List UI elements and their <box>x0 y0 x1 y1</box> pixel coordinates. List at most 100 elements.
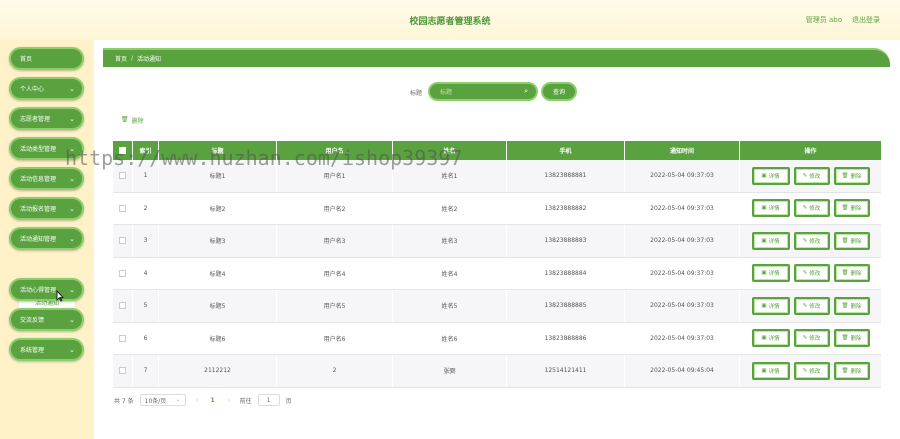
detail-button[interactable]: ▣ 详情 <box>751 329 790 348</box>
batch-delete-button[interactable]: 🗑 删除 <box>121 116 144 125</box>
sidebar-item-6[interactable]: 活动通知管理 ⌄ <box>9 227 84 250</box>
cell-index: 4 <box>133 257 159 289</box>
sidebar-item-label: 活动报名管理 <box>20 206 57 213</box>
sidebar-item-label: 交流反馈 <box>20 317 45 324</box>
breadcrumb-home[interactable]: 首页 <box>115 54 127 63</box>
trash-icon: 🗑 <box>841 367 849 374</box>
user-label[interactable]: 管理员 abo <box>806 15 842 25</box>
cell-name: 姓名4 <box>393 257 507 289</box>
delete-button-label: 删除 <box>850 206 862 213</box>
delete-button[interactable]: 🗑 删除 <box>833 296 870 315</box>
top-bar: 校园志愿者管理系统 管理员 abo 退出登录 <box>0 0 900 40</box>
table-row: 4 标题4 用户名4 姓名4 13823888884 2022-05-04 09:37:0… <box>113 257 881 290</box>
detail-button[interactable]: ▣ 详情 <box>751 166 790 185</box>
row-checkbox-cell <box>113 257 133 289</box>
sidebar-item-8[interactable]: 交流反馈 ⌄ <box>9 308 84 331</box>
cell-phone: 13823888884 <box>507 257 625 289</box>
detail-button[interactable]: ▣ 详情 <box>751 264 790 283</box>
logout-link[interactable]: 退出登录 <box>852 15 880 25</box>
detail-button-label: 详情 <box>768 336 780 343</box>
sidebar-item-0[interactable]: 首页 <box>9 47 84 70</box>
app-title: 校园志愿者管理系统 <box>409 17 491 27</box>
cell-name: 姓名3 <box>393 225 507 257</box>
sidebar-item-label: 个人中心 <box>20 86 45 93</box>
row-checkbox[interactable] <box>119 204 126 212</box>
sidebar-item-7[interactable]: 活动心得管理 ⌄ <box>9 278 84 301</box>
row-checkbox[interactable] <box>119 237 126 245</box>
detail-button[interactable]: ▣ 详情 <box>751 199 790 218</box>
goto-page-input[interactable]: 1 <box>257 394 280 406</box>
cell-ops: ▣ 详情 ✎ 修改 🗑 删除 <box>740 355 881 387</box>
cell-phone: 13823888885 <box>507 290 625 322</box>
delete-button-label: 删除 <box>850 271 862 278</box>
row-checkbox[interactable] <box>119 367 126 375</box>
page-suffix: 页 <box>285 397 292 405</box>
trash-icon: 🗑 <box>841 270 849 277</box>
cell-phone: 13823888886 <box>507 322 625 354</box>
row-checkbox[interactable] <box>119 302 126 310</box>
row-checkbox-cell <box>113 225 133 257</box>
page-size-select[interactable]: 10条/页 ⌄ <box>139 394 186 406</box>
delete-button[interactable]: 🗑 删除 <box>833 166 870 185</box>
delete-button-label: 删除 <box>850 238 862 245</box>
document-icon: ▣ <box>761 367 767 374</box>
trash-icon: 🗑 <box>121 116 129 123</box>
cell-title: 2112212 <box>159 355 277 387</box>
detail-button[interactable]: ▣ 详情 <box>751 296 790 315</box>
edit-button[interactable]: ✎ 修改 <box>793 329 830 348</box>
sidebar-item-5[interactable]: 活动报名管理 ⌄ <box>9 197 84 220</box>
search-button[interactable]: 查询 <box>541 82 577 101</box>
cell-time: 2022-05-04 09:45:04 <box>625 355 740 387</box>
top-right-links: 管理员 abo 退出登录 <box>806 15 880 25</box>
document-icon: ▣ <box>761 270 767 277</box>
table-row: 2 标题2 用户名2 姓名2 13823888882 2022-05-04 09:37:0… <box>113 192 881 225</box>
delete-button[interactable]: 🗑 删除 <box>833 231 870 250</box>
cell-time: 2022-05-04 09:37:03 <box>625 160 740 192</box>
cell-username: 用户名5 <box>277 290 393 322</box>
search-placeholder: 标题 <box>440 89 453 96</box>
sidebar-item-2[interactable]: 志愿者管理 ⌄ <box>9 107 84 130</box>
sidebar-item-label: 活动心得管理 <box>20 287 57 294</box>
delete-button-label: 删除 <box>850 303 862 310</box>
sidebar-item-1[interactable]: 个人中心 ⌄ <box>9 77 84 100</box>
next-page-icon[interactable]: › <box>224 397 234 404</box>
delete-button[interactable]: 🗑 删除 <box>833 329 870 348</box>
edit-button-label: 修改 <box>809 303 821 310</box>
edit-button[interactable]: ✎ 修改 <box>793 199 830 218</box>
edit-button[interactable]: ✎ 修改 <box>793 231 830 250</box>
current-page[interactable]: 1 <box>208 397 218 404</box>
row-checkbox[interactable] <box>119 269 126 277</box>
chevron-down-icon: ⌄ <box>69 346 75 354</box>
chevron-down-icon: ⌄ <box>69 175 75 183</box>
cell-ops: ▣ 详情 ✎ 修改 🗑 删除 <box>740 193 881 225</box>
cell-username: 用户名3 <box>277 225 393 257</box>
prev-page-icon[interactable]: ‹ <box>192 397 202 404</box>
sidebar-item-4[interactable]: 活动信息管理 ⌄ <box>9 167 84 190</box>
delete-button[interactable]: 🗑 删除 <box>833 361 870 380</box>
page-size-value: 10条/页 <box>144 397 167 405</box>
edit-button-label: 修改 <box>809 173 821 180</box>
edit-button-label: 修改 <box>809 271 821 278</box>
pencil-icon: ✎ <box>802 367 808 374</box>
row-checkbox[interactable] <box>119 334 126 342</box>
edit-button[interactable]: ✎ 修改 <box>793 296 830 315</box>
edit-button[interactable]: ✎ 修改 <box>793 361 830 380</box>
row-checkbox[interactable] <box>119 172 126 180</box>
cell-title: 标题5 <box>159 290 277 322</box>
detail-button-label: 详情 <box>768 238 780 245</box>
cell-phone: 12514121411 <box>507 355 625 387</box>
edit-button[interactable]: ✎ 修改 <box>793 166 830 185</box>
sidebar-item-9[interactable]: 系统管理 ⌄ <box>9 338 84 361</box>
edit-button[interactable]: ✎ 修改 <box>793 264 830 283</box>
detail-button[interactable]: ▣ 详情 <box>751 231 790 250</box>
breadcrumb-current: 活动通知 <box>137 56 162 63</box>
delete-button[interactable]: 🗑 删除 <box>833 199 870 218</box>
delete-button[interactable]: 🗑 删除 <box>833 264 870 283</box>
sidebar-item-label: 活动信息管理 <box>20 176 57 183</box>
table-row: 5 标题5 用户名5 姓名5 13823888885 2022-05-04 09:37:0… <box>113 290 881 323</box>
detail-button[interactable]: ▣ 详情 <box>751 361 790 380</box>
cell-title: 标题3 <box>159 225 277 257</box>
search-input[interactable]: 标题 ⌕ <box>428 82 538 101</box>
document-icon: ▣ <box>761 302 767 309</box>
document-icon: ▣ <box>761 205 767 212</box>
